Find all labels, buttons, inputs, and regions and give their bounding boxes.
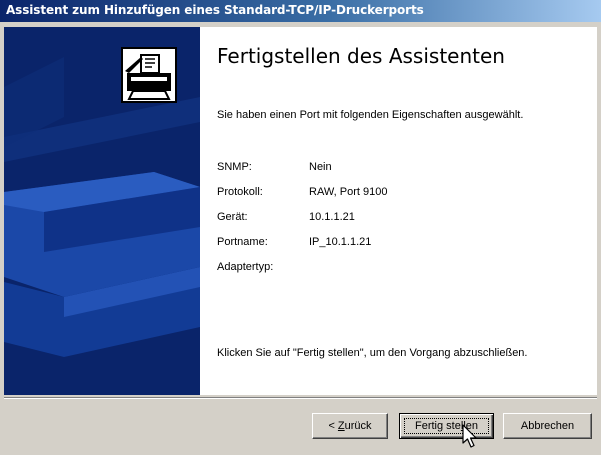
back-button-label: < Zurück <box>328 420 372 432</box>
property-label: Gerät: <box>217 211 248 223</box>
window-title: Assistent zum Hinzufügen eines Standard-… <box>6 3 424 17</box>
back-button[interactable]: < Zurück <box>312 413 388 439</box>
property-label: Adaptertyp: <box>217 261 274 273</box>
title-bar[interactable]: Assistent zum Hinzufügen eines Standard-… <box>0 0 601 22</box>
wizard-window: Assistent zum Hinzufügen eines Standard-… <box>0 0 601 455</box>
property-value: RAW, Port 9100 <box>309 186 388 198</box>
property-value: 10.1.1.21 <box>309 211 355 223</box>
property-label: Portname: <box>217 236 268 248</box>
finish-instruction: Klicken Sie auf "Fertig stellen", um den… <box>217 347 528 359</box>
arrow-cursor-icon <box>462 424 477 448</box>
button-separator <box>4 397 597 399</box>
printer-icon <box>121 47 177 103</box>
property-label: SNMP: <box>217 161 252 173</box>
wizard-content: Fertigstellen des Assistenten Sie haben … <box>200 27 597 395</box>
property-value: IP_10.1.1.21 <box>309 236 372 248</box>
wizard-side-panel <box>4 27 200 395</box>
property-value: Nein <box>309 161 332 173</box>
property-label: Protokoll: <box>217 186 263 198</box>
cancel-button[interactable]: Abbrechen <box>503 413 592 439</box>
intro-text: Sie haben einen Port mit folgenden Eigen… <box>217 109 524 121</box>
cancel-button-label: Abbrechen <box>520 420 575 432</box>
page-title: Fertigstellen des Assistenten <box>217 44 505 68</box>
